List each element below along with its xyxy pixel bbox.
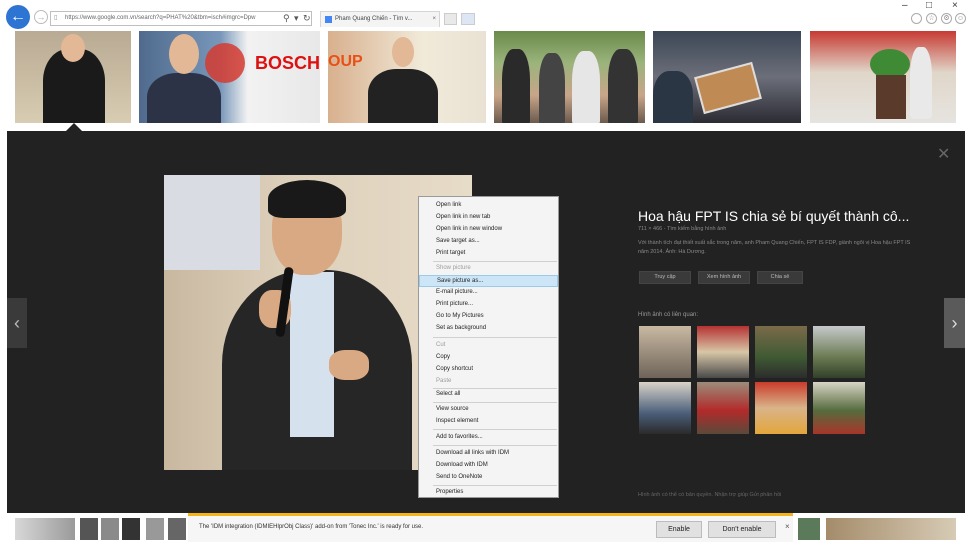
- tab-active[interactable]: Pham Quang Chiến - Tìm v... ×: [320, 11, 440, 27]
- related-thumbnail[interactable]: [813, 382, 865, 434]
- image-description: Với thành tích đạt thiết xuất sắc trong …: [638, 240, 911, 255]
- menu-item-copy-shortcut[interactable]: Copy shortcut: [419, 364, 558, 376]
- notification-bar: The 'IDM integration (IDMIEHlprObj Class…: [188, 513, 793, 542]
- tab-secondary[interactable]: [461, 13, 475, 25]
- result-thumbnail[interactable]: [798, 518, 820, 540]
- favicon-icon: [325, 16, 332, 23]
- result-thumbnail[interactable]: [810, 31, 956, 123]
- menu-item-inspect-element[interactable]: Inspect element: [419, 416, 558, 428]
- menu-item-show-picture: Show picture: [436, 265, 471, 271]
- minimize-icon[interactable]: –: [902, 0, 908, 11]
- notification-text: The 'IDM integration (IDMIEHlprObj Class…: [199, 524, 423, 530]
- result-thumbnail[interactable]: OUP: [328, 31, 486, 123]
- menu-item-download-all-idm[interactable]: Download all links with IDM: [419, 448, 558, 460]
- menu-item-send-onenote[interactable]: Send to OneNote: [419, 472, 558, 484]
- star-icon[interactable]: ☆: [926, 13, 937, 24]
- menu-item-open-link[interactable]: Open link: [419, 200, 558, 212]
- dropdown-icon[interactable]: ▾: [294, 11, 299, 26]
- menu-item-select-all[interactable]: Select all: [419, 389, 558, 401]
- new-tab-button[interactable]: [444, 13, 457, 25]
- result-thumbnail[interactable]: [168, 518, 186, 540]
- tab-title: Pham Quang Chiến - Tìm v...: [335, 16, 413, 22]
- image-meta[interactable]: 711 × 466 - Tìm kiếm bằng hình ảnh: [638, 226, 726, 232]
- close-viewer-icon[interactable]: ✕: [937, 144, 950, 164]
- result-thumbnail[interactable]: [826, 518, 956, 540]
- related-images-label: Hình ảnh có liên quan:: [638, 312, 699, 318]
- result-thumbnail[interactable]: [653, 31, 801, 123]
- gear-icon[interactable]: ⚙: [941, 13, 952, 24]
- menu-item-open-new-window[interactable]: Open link in new window: [419, 224, 558, 236]
- dont-enable-button[interactable]: Don't enable: [708, 521, 776, 538]
- menu-item-add-favorites[interactable]: Add to favorites...: [419, 432, 558, 444]
- result-thumbnail[interactable]: [80, 518, 98, 540]
- back-button[interactable]: ←: [6, 5, 30, 29]
- related-thumbnail[interactable]: [813, 326, 865, 378]
- related-thumbnail[interactable]: [755, 326, 807, 378]
- smiley-icon[interactable]: ☺: [955, 13, 966, 24]
- previous-image-button[interactable]: ‹: [7, 298, 27, 348]
- image-title[interactable]: Hoa hậu FPT IS chia sẻ bí quyết thành cô…: [638, 208, 928, 224]
- related-thumbnail[interactable]: [639, 326, 691, 378]
- result-thumbnail[interactable]: [494, 31, 645, 123]
- selected-thumbnail-caret: [66, 123, 82, 131]
- tab-close-icon[interactable]: ×: [432, 12, 436, 27]
- result-thumbnail[interactable]: [15, 518, 75, 540]
- menu-item-open-new-tab[interactable]: Open link in new tab: [419, 212, 558, 224]
- context-menu: Open link Open link in new tab Open link…: [418, 196, 559, 498]
- menu-item-view-source[interactable]: View source: [419, 404, 558, 416]
- menu-item-email-picture[interactable]: E-mail picture...: [419, 287, 558, 299]
- menu-item-my-pictures[interactable]: Go to My Pictures: [419, 311, 558, 323]
- result-thumbnail[interactable]: [15, 31, 131, 123]
- menu-item-save-picture[interactable]: Save picture as...: [419, 275, 558, 287]
- menu-item-paste: Paste: [436, 378, 452, 384]
- related-thumbnail[interactable]: [697, 382, 749, 434]
- menu-item-set-background[interactable]: Set as background: [419, 323, 558, 335]
- menu-item-print-target[interactable]: Print target: [419, 248, 558, 260]
- close-window-icon[interactable]: ×: [952, 0, 958, 11]
- related-thumbnail[interactable]: [755, 382, 807, 434]
- address-bar[interactable]: ▯ https://www.google.com.vn/search?q=PHA…: [50, 11, 312, 26]
- enable-button[interactable]: Enable: [656, 521, 702, 538]
- notification-close-icon[interactable]: ×: [785, 522, 790, 531]
- bosch-logo: BOSCH: [255, 53, 320, 73]
- visit-button[interactable]: Truy cập: [639, 271, 691, 284]
- url-text: https://www.google.com.vn/search?q=PHAT%…: [65, 15, 256, 21]
- result-thumbnail[interactable]: [101, 518, 119, 540]
- result-thumbnail[interactable]: BOSCH: [139, 31, 320, 123]
- viewer-footer[interactable]: Hình ảnh có thể có bản quyền. Nhận trợ g…: [638, 492, 781, 498]
- maximize-icon[interactable]: □: [926, 0, 932, 11]
- result-thumbnail[interactable]: [146, 518, 164, 540]
- search-icon[interactable]: ⚲: [283, 11, 290, 26]
- share-button[interactable]: Chia sẻ: [757, 271, 803, 284]
- next-image-button[interactable]: ›: [944, 298, 965, 348]
- menu-item-print-picture[interactable]: Print picture...: [419, 299, 558, 311]
- menu-item-properties[interactable]: Properties: [419, 487, 558, 499]
- result-thumbnail[interactable]: [122, 518, 140, 540]
- menu-item-cut: Cut: [436, 342, 446, 348]
- page-icon: ▯: [54, 15, 58, 21]
- related-thumbnail[interactable]: [697, 326, 749, 378]
- menu-item-download-idm[interactable]: Download with IDM: [419, 460, 558, 472]
- forward-button[interactable]: →: [34, 10, 48, 24]
- browser-chrome: ← → ▯ https://www.google.com.vn/search?q…: [0, 0, 967, 30]
- refresh-icon[interactable]: ↻: [303, 11, 311, 26]
- home-icon[interactable]: [911, 13, 922, 24]
- menu-item-save-target[interactable]: Save target as...: [419, 236, 558, 248]
- view-image-button[interactable]: Xem hình ảnh: [698, 271, 750, 284]
- related-thumbnail[interactable]: [639, 382, 691, 434]
- menu-item-copy[interactable]: Copy: [419, 352, 558, 364]
